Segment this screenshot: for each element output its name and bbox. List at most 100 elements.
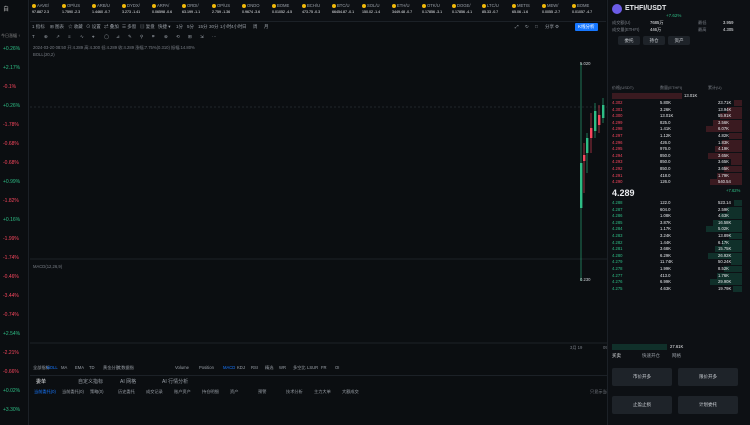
ticker-item[interactable]: DOGE/0.17856 -4.1 — [452, 3, 481, 20]
bottom-subtab[interactable]: 当前委托(0) — [62, 389, 84, 395]
indicator-item[interactable]: 多空比 — [293, 365, 306, 371]
drawing-tool-icon[interactable]: ↗ — [56, 34, 60, 40]
bottom-subtab[interactable]: 历史委托 — [118, 389, 135, 395]
bid-row[interactable]: 4.276 6.99K 29.90K — [612, 279, 742, 286]
bid-row[interactable]: 4.288 122.0 523.14 — [612, 200, 742, 206]
bid-row[interactable]: 4.278 1.99K 8.52K — [612, 266, 742, 272]
toolbar-item[interactable]: 30分 — [209, 24, 219, 30]
toolbar-item[interactable]: 1小时 — [220, 24, 232, 30]
toolbar-item[interactable]: 5分 — [187, 24, 194, 30]
drawing-tool-icon[interactable]: ◯ — [104, 34, 109, 40]
ticker-item[interactable]: ORDI/63.199 -1.1 — [182, 3, 211, 20]
toolbar-item[interactable]: 快捷 ▾ — [158, 24, 171, 30]
ask-row[interactable]: 4.299 825.0 3.56K — [612, 119, 742, 126]
toolbar-right-item[interactable]: □ — [535, 24, 538, 29]
ask-row[interactable]: 4.301 3.26K 13.94K — [612, 106, 742, 113]
trade-action-button[interactable]: 限价开多 — [678, 368, 738, 386]
toolbar-right-item[interactable]: ⤢ — [515, 24, 519, 29]
toolbar-right-item[interactable]: 分享 — [545, 24, 554, 30]
bid-row[interactable]: 4.280 6.29K 26.92K — [612, 252, 742, 259]
drawing-tool-icon[interactable]: ⌗ — [152, 34, 155, 39]
indicator-item[interactable]: KDJ — [237, 365, 245, 370]
drawing-tool-icon[interactable]: ⊞ — [188, 34, 192, 40]
bottom-subtab[interactable]: 预警 — [258, 389, 266, 395]
ask-row[interactable]: 4.295 976.0 4.19K — [612, 146, 742, 153]
watchlist-change[interactable]: +2.17% — [3, 65, 20, 71]
trade-tab[interactable]: 买卖 — [612, 353, 621, 359]
trade-action-button[interactable]: 计划委托 — [678, 396, 738, 414]
panel-button[interactable]: 委托 — [618, 36, 640, 45]
ticker-item[interactable]: BTC/U 66454.87 -0.1 — [332, 3, 361, 20]
panel-button[interactable]: 持仓 — [643, 36, 665, 45]
bid-row[interactable]: 4.279 11.74K 50.24K — [612, 259, 742, 266]
drawing-tool-icon[interactable]: ⋯ — [212, 34, 217, 40]
candlestick-chart[interactable]: 2024-03-20 08:50 开:4.289 高:4.300 低:4.289… — [30, 43, 628, 375]
ticker-item[interactable]: OP/US 1.7590 -2.3 — [62, 3, 91, 20]
bottom-subtab[interactable]: 技术分析 — [286, 389, 303, 395]
ask-row[interactable]: 4.297 1.12K 4.82K — [612, 133, 742, 139]
indicator-item[interactable]: Position — [199, 365, 214, 370]
drawing-tool-icon[interactable]: ✎ — [128, 34, 132, 40]
ticker-item[interactable]: ETH/U 3449.48 -0.7 — [392, 3, 421, 20]
drawing-tool-icon[interactable]: ∿ — [80, 34, 84, 40]
watchlist-change[interactable]: -0.46% — [3, 274, 19, 280]
toolbar-item[interactable]: 1分 — [176, 24, 183, 30]
ticker-item[interactable]: MEW/0.0055 -2.7 — [542, 3, 571, 20]
toolbar-item[interactable]: ☆ 收藏 — [68, 24, 83, 30]
ticker-item[interactable]: OTK/U 0.17856 -3.1 — [422, 3, 451, 20]
bid-row[interactable]: 4.277 413.0 1.76K — [612, 272, 742, 279]
indicator-item[interactable]: FR — [321, 365, 327, 370]
bottom-subtab[interactable]: 当前委托(0) — [34, 389, 56, 395]
watchlist-sort-header[interactable]: 今日涨幅 ↑ — [1, 33, 20, 39]
toolbar-right-item[interactable]: ↻ — [525, 24, 529, 30]
drawing-tool-icon[interactable]: ⚲ — [140, 34, 143, 40]
bottom-subtab[interactable]: 持仓明细 — [202, 389, 219, 395]
bottom-subtab[interactable]: 策略(0) — [90, 389, 104, 395]
toolbar-right-item[interactable]: ⚙ — [555, 24, 559, 30]
panel-button[interactable]: 资产 — [668, 36, 690, 45]
watchlist-change[interactable]: -0.68% — [3, 141, 19, 147]
drawing-tool-icon[interactable]: ⌖ — [92, 34, 95, 39]
indicator-item[interactable]: 精选 — [265, 365, 273, 371]
toolbar-item[interactable]: 月 — [264, 24, 269, 30]
trade-tab[interactable]: 网格 — [672, 353, 681, 359]
trade-action-button[interactable]: 止盈止损 — [612, 396, 672, 414]
ticker-item[interactable]: ARPA/0.06598 -0.6 — [152, 3, 181, 20]
indicator-item[interactable]: WR — [279, 365, 286, 370]
watchlist-change[interactable]: -1.78% — [3, 122, 19, 128]
bid-row[interactable]: 4.287 604.0 2.59K — [612, 206, 742, 213]
indicator-item[interactable]: TD — [89, 365, 95, 370]
watchlist-change[interactable]: -3.44% — [3, 293, 19, 299]
bottom-subtab[interactable]: 成交记录 — [146, 389, 163, 395]
indicator-item[interactable]: MACD — [223, 365, 235, 370]
ticker-item[interactable]: BCH/U 473.75 -0.3 — [302, 3, 331, 20]
toolbar-item[interactable]: ⊞ 图表 — [50, 24, 64, 30]
watchlist-change[interactable]: +0.99% — [3, 179, 20, 185]
ticker-item[interactable]: BOME 0.01057 -4.7 — [572, 3, 601, 20]
toolbar-item[interactable]: ⇄ 叠加 — [104, 24, 119, 30]
indicator-item[interactable]: MA — [61, 365, 67, 370]
toolbar-item[interactable]: 4小时 — [231, 24, 243, 30]
ticker-item[interactable]: DYDX/3.273 -1.41 — [122, 3, 151, 20]
watchlist-change[interactable]: +0.26% — [3, 46, 20, 52]
toolbar-item[interactable]: ⊙ 设置 — [86, 24, 101, 30]
bottom-subtab[interactable]: 账户资产 — [174, 389, 191, 395]
ticker-item[interactable]: AAVE/97.887 2.3 — [32, 3, 61, 20]
drawing-tool-icon[interactable]: ⊗ — [164, 34, 168, 40]
toolbar-item[interactable]: 15分 — [198, 24, 208, 30]
ask-row[interactable]: 4.298 1.41K 6.07K — [612, 126, 742, 133]
ticker-item[interactable]: BOME 0.01052 -4.5 — [272, 3, 301, 20]
ticker-item[interactable]: LTC/U 85.33 -0.7 — [482, 3, 511, 20]
watchlist-change[interactable]: +0.16% — [3, 217, 20, 223]
bottom-tab[interactable]: 自定义指标 — [78, 378, 103, 385]
bid-row[interactable]: 4.275 4.63K 19.79K — [612, 285, 742, 292]
watchlist-change[interactable]: -0.74% — [3, 312, 19, 318]
drawing-tool-icon[interactable]: ≡ — [68, 34, 71, 39]
ask-row[interactable]: 4.296 426.0 1.83K — [612, 139, 742, 146]
ticker-item[interactable]: METIS 65.06 -1.6 — [512, 3, 541, 20]
ask-row[interactable]: 4.300 13.01K 55.91K — [612, 113, 742, 120]
drawing-tool-icon[interactable]: T — [32, 34, 35, 39]
indicator-item[interactable]: 大数据指 — [117, 365, 134, 371]
bid-row[interactable]: 4.282 1.44K 6.17K — [612, 239, 742, 246]
toolbar-item[interactable]: 1 指标 — [32, 24, 45, 30]
